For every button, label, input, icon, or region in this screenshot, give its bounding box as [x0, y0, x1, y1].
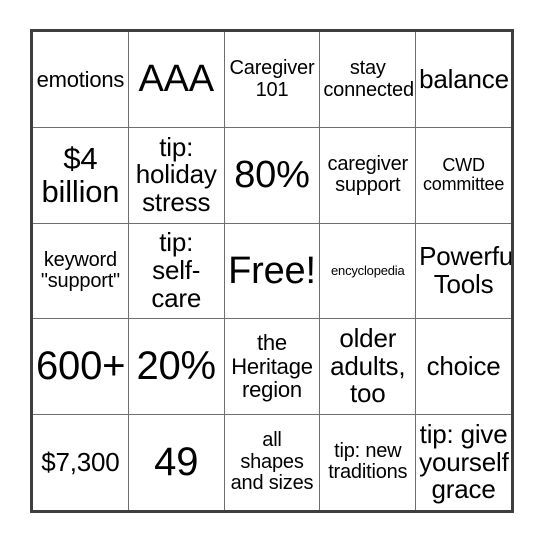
bingo-cell-label: AAA — [138, 58, 214, 101]
bingo-cell-label: 20% — [136, 344, 216, 389]
bingo-cell-r5c5[interactable]: tip: give yourself grace — [415, 413, 511, 510]
bingo-cell-label: tip: new traditions — [328, 440, 408, 484]
bingo-cell-label: emotions — [36, 66, 125, 92]
bingo-row: 600+ 20% the Heritage region older adult… — [33, 318, 511, 415]
bingo-cell-r2c4[interactable]: caregiver support — [319, 127, 417, 224]
bingo-card: emotions AAA Caregiver 101 stay connecte… — [30, 29, 514, 513]
bingo-cell-r2c1[interactable]: $4 billion — [33, 127, 129, 224]
bingo-cell-r5c2[interactable]: 49 — [127, 413, 225, 510]
bingo-grid-body: emotions AAA Caregiver 101 stay connecte… — [33, 32, 511, 510]
bingo-grid: emotions AAA Caregiver 101 stay connecte… — [33, 32, 511, 510]
bingo-cell-r1c5[interactable]: balance — [415, 32, 511, 129]
bingo-cell-r1c3[interactable]: Caregiver 101 — [223, 32, 321, 129]
bingo-cell-label: tip: self- care — [151, 227, 202, 313]
bingo-cell-r2c3[interactable]: 80% — [223, 127, 321, 224]
bingo-cell-r1c2[interactable]: AAA — [127, 32, 225, 129]
bingo-cell-r2c5[interactable]: CWD committee — [415, 127, 511, 224]
bingo-cell-label: Powerful Tools — [419, 241, 511, 299]
bingo-cell-label: tip: holiday stress — [135, 131, 217, 218]
bingo-cell-label: Caregiver 101 — [229, 57, 315, 101]
bingo-cell-label: stay connected — [323, 57, 414, 101]
bingo-cell-label: keyword "support" — [40, 248, 120, 292]
bingo-cell-label: tip: give yourself grace — [419, 418, 509, 505]
bingo-cell-r3c2[interactable]: tip: self- care — [127, 222, 225, 320]
bingo-cell-r4c2[interactable]: 20% — [127, 318, 225, 415]
bingo-cell-r4c1[interactable]: 600+ — [33, 318, 129, 415]
bingo-cell-r5c3[interactable]: all shapes and sizes — [223, 413, 321, 510]
bingo-cell-r1c4[interactable]: stay connected — [319, 32, 417, 129]
bingo-cell-label: $7,300 — [41, 446, 120, 477]
bingo-cell-r3c4[interactable]: encyclopedia — [319, 222, 417, 320]
bingo-cell-free-space[interactable]: Free! — [223, 222, 321, 320]
bingo-cell-r3c1[interactable]: keyword "support" — [33, 222, 129, 320]
bingo-cell-label: the Heritage region — [231, 330, 313, 403]
bingo-cell-r5c1[interactable]: $7,300 — [33, 413, 129, 510]
bingo-row: $7,300 49 all shapes and sizes tip: new … — [33, 413, 511, 510]
bingo-cell-r3c5[interactable]: Powerful Tools — [415, 222, 511, 320]
bingo-row: keyword "support" tip: self- care Free! … — [33, 222, 511, 320]
bingo-cell-r4c5[interactable]: choice — [415, 318, 511, 415]
bingo-cell-r1c1[interactable]: emotions — [33, 32, 129, 129]
bingo-cell-r2c2[interactable]: tip: holiday stress — [127, 127, 225, 224]
bingo-cell-label: choice — [426, 350, 501, 381]
bingo-cell-label: CWD committee — [422, 155, 505, 195]
bingo-row: emotions AAA Caregiver 101 stay connecte… — [33, 32, 511, 129]
bingo-cell-r4c3[interactable]: the Heritage region — [223, 318, 321, 415]
free-space-label: Free! — [228, 249, 316, 292]
bingo-cell-label: all shapes and sizes — [230, 429, 314, 495]
bingo-cell-label: 49 — [154, 440, 199, 485]
bingo-cell-label: older adults, too — [330, 322, 406, 409]
bingo-cell-label: balance — [419, 63, 509, 94]
bingo-cell-label: $4 billion — [41, 141, 120, 210]
bingo-cell-r4c4[interactable]: older adults, too — [319, 318, 417, 415]
bingo-row: $4 billion tip: holiday stress 80% careg… — [33, 127, 511, 224]
bingo-cell-label: 600+ — [36, 344, 126, 389]
bingo-cell-label: 80% — [234, 154, 310, 197]
bingo-cell-label: encyclopedia — [331, 263, 405, 279]
bingo-cell-label: caregiver support — [327, 153, 409, 197]
bingo-cell-r5c4[interactable]: tip: new traditions — [319, 413, 417, 510]
